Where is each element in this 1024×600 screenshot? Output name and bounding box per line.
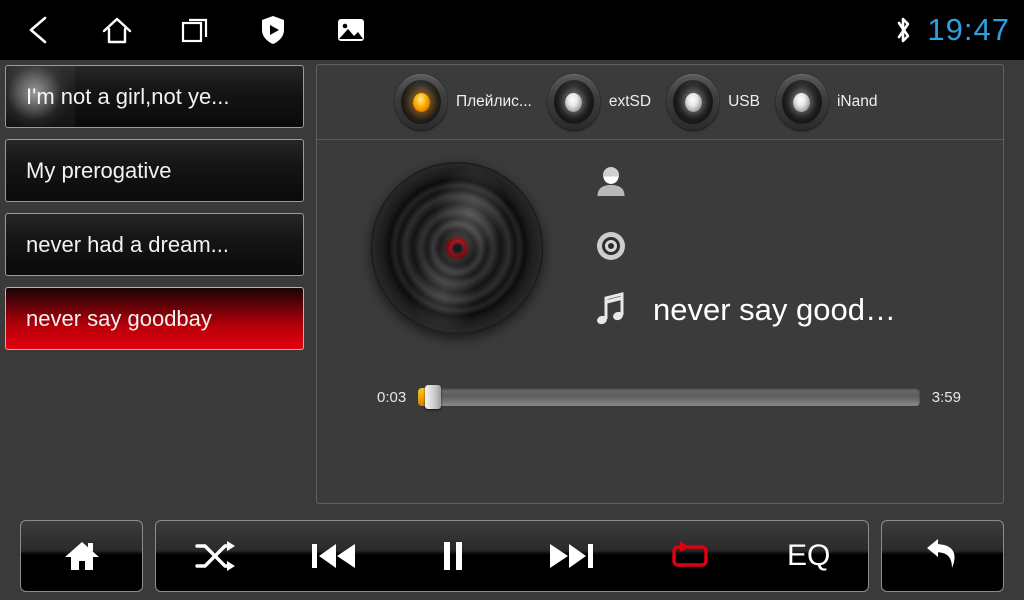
status-bar: 19:47 [0, 0, 1024, 60]
elapsed-time: 0:03 [377, 388, 407, 406]
artist-row [589, 150, 979, 214]
source-selector: Плейлис... extSD USB iNand [317, 65, 1003, 140]
repeat-icon [667, 539, 713, 573]
source-option-inand[interactable]: iNand [775, 74, 878, 130]
disc-icon [589, 231, 633, 261]
equalizer-label: EQ [787, 539, 831, 572]
music-note-icon [589, 292, 633, 328]
back-icon[interactable] [0, 0, 78, 60]
pause-icon [439, 539, 467, 573]
navigation-icons [0, 0, 390, 60]
track-metadata: never say good… [589, 150, 979, 342]
source-label: USB [728, 93, 760, 110]
seek-slider[interactable] [418, 385, 920, 409]
now-playing-area: never say good… 0:03 3:59 [317, 140, 1003, 440]
shield-play-icon[interactable] [234, 0, 312, 60]
list-item[interactable]: My prerogative [5, 139, 304, 202]
gallery-icon[interactable] [312, 0, 390, 60]
source-label: iNand [836, 93, 878, 110]
source-option-usb[interactable]: USB [667, 74, 760, 130]
radio-led-on-icon [412, 92, 430, 112]
radio-led-icon [793, 92, 811, 112]
home-icon[interactable] [78, 0, 156, 60]
playlist-item-title: My prerogative [26, 157, 172, 183]
player-panel: Плейлис... extSD USB iNand never say goo… [316, 64, 1004, 504]
home-button[interactable] [20, 520, 143, 592]
person-icon [589, 166, 633, 198]
transport-controls: EQ [155, 520, 869, 592]
radio-led-frame [547, 74, 600, 130]
bottom-control-bar: EQ [0, 510, 1024, 600]
seek-bar-row: 0:03 3:59 [377, 382, 961, 412]
album-row [589, 214, 979, 278]
list-item[interactable]: I'm not a girl,not ye... [5, 65, 304, 128]
previous-button[interactable] [275, 521, 394, 591]
source-option-extsd[interactable]: extSD [547, 74, 652, 130]
source-label: Плейлис... [456, 93, 532, 110]
shuffle-icon [194, 539, 236, 573]
seek-progress-fill [418, 388, 425, 406]
playlist-item-title: never had a dream... [26, 231, 230, 257]
title-row: never say good… [589, 278, 979, 342]
status-clock: 19:47 [927, 12, 1010, 47]
return-arrow-icon [924, 538, 962, 574]
media-player-screen: 19:47 I'm not a girl,not ye... My prerog… [0, 0, 1024, 600]
play-pause-button[interactable] [393, 521, 512, 591]
playlist-item-title: I'm not a girl,not ye... [26, 83, 230, 109]
vinyl-disc-icon [371, 162, 543, 334]
playlist-panel: I'm not a girl,not ye... My prerogative … [5, 65, 304, 355]
track-title: never say good… [653, 292, 896, 327]
radio-led-icon [565, 92, 583, 112]
radio-led-icon [684, 92, 702, 112]
previous-track-icon [309, 539, 359, 573]
radio-led-frame [775, 74, 828, 130]
repeat-button[interactable] [631, 521, 750, 591]
source-label: extSD [608, 93, 652, 110]
radio-led-frame [667, 74, 720, 130]
seek-thumb[interactable] [424, 385, 441, 409]
duration-time: 3:59 [931, 388, 961, 406]
equalizer-button[interactable]: EQ [749, 521, 868, 591]
status-right: 19:47 [893, 0, 1010, 60]
playlist-item-title: never say goodbay [26, 305, 212, 331]
bluetooth-icon [893, 14, 913, 46]
next-button[interactable] [512, 521, 631, 591]
disc-hub [451, 242, 463, 254]
source-option-playlist[interactable]: Плейлис... [395, 74, 532, 130]
next-track-icon [546, 539, 596, 573]
shuffle-button[interactable] [156, 521, 275, 591]
home-icon [63, 538, 101, 574]
list-item-selected[interactable]: never say goodbay [5, 287, 304, 350]
radio-led-frame [395, 74, 447, 130]
recents-icon[interactable] [156, 0, 234, 60]
back-button[interactable] [881, 520, 1004, 592]
list-item[interactable]: never had a dream... [5, 213, 304, 276]
